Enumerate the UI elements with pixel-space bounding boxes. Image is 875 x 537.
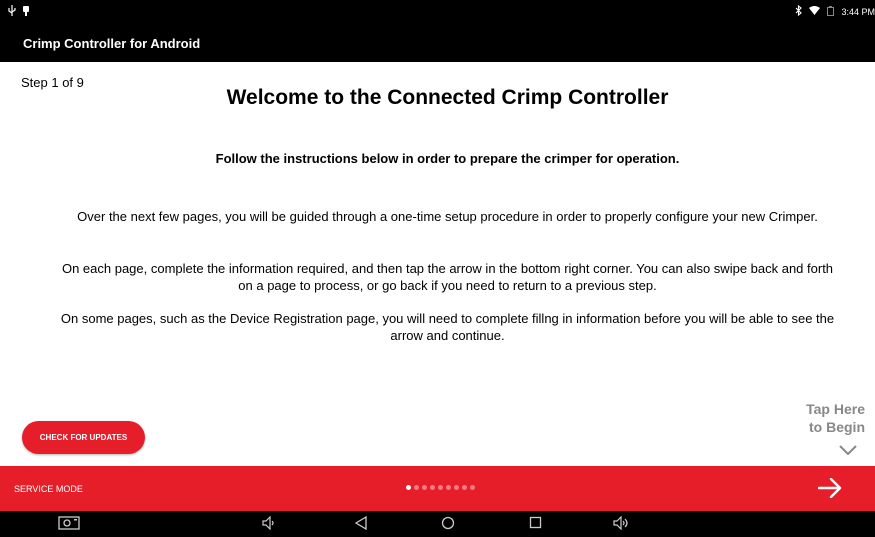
page-dot [438,485,443,490]
app-title: Crimp Controller for Android [23,36,201,51]
status-bar: 3:44 PM [0,0,875,22]
tap-here-line-1: Tap Here [806,401,865,417]
usb-icon [8,5,16,18]
main-content: Step 1 of 9 Welcome to the Connected Cri… [0,62,875,466]
notification-icon [22,5,30,18]
page-dot [422,485,427,490]
volume-down-icon[interactable] [262,515,276,535]
page-title: Welcome to the Connected Crimp Controlle… [226,86,669,109]
recents-icon[interactable] [529,516,542,534]
service-mode-link[interactable]: SERVICE MODE [14,484,83,494]
wifi-icon [809,6,821,17]
app-bar: Crimp Controller for Android [0,22,875,62]
volume-up-icon[interactable] [613,515,631,535]
page-subtitle: Follow the instructions below in order t… [215,151,680,166]
bluetooth-icon [795,4,803,18]
battery-icon [827,5,835,18]
instruction-paragraph-3: On some pages, such as the Device Regist… [60,311,835,343]
chevron-down-icon[interactable] [839,442,857,460]
home-icon[interactable] [441,516,455,535]
page-dot [430,485,435,490]
page-indicator [406,485,475,490]
instruction-paragraph-1: Over the next few pages, you will be gui… [77,209,818,224]
check-for-updates-button[interactable]: CHECK FOR UPDATES [22,421,145,454]
system-nav-bar [0,511,875,537]
page-dot [454,485,459,490]
tap-here-hint[interactable]: Tap Here to Begin [806,400,865,436]
page-dot [406,485,411,490]
clock: 3:44 PM [841,6,875,17]
back-icon[interactable] [354,515,367,535]
page-dot [414,485,419,490]
footer-bar: SERVICE MODE [0,466,875,511]
screenshot-icon[interactable] [58,516,80,535]
page-dot [470,485,475,490]
next-arrow-icon[interactable] [817,477,842,503]
instruction-paragraph-2: On each page, complete the information r… [61,261,834,293]
page-dot [446,485,451,490]
tap-here-line-2: to Begin [809,419,865,435]
page-dot [462,485,467,490]
